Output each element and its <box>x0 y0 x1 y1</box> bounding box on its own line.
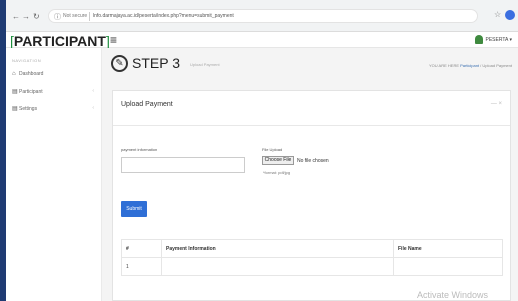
address-bar[interactable]: ⓘ Not secure lnfo.darmajaya.ac.id/pesert… <box>48 9 478 23</box>
document-icon: ▤ <box>12 106 18 112</box>
document-icon: ▤ <box>12 89 18 95</box>
app-header: [PARTICIPANT] ≡ PESERTA ▾ <box>6 32 518 49</box>
sidebar-item-label: Dashboard <box>19 71 44 77</box>
table-cell: 1 <box>121 257 162 276</box>
panel-tools[interactable]: — × <box>491 101 502 107</box>
back-icon[interactable]: ← <box>12 12 20 21</box>
user-name: PESERTA <box>485 36 509 43</box>
bookmark-star-icon[interactable]: ☆ <box>494 10 501 19</box>
reload-icon[interactable]: ↻ <box>33 12 40 21</box>
home-icon: ⌂ <box>12 71 16 77</box>
sidebar: NAVIGATION ⌂ Dashboard ▤Participant ‹ ▤Se… <box>6 48 102 301</box>
logo-text: PARTICIPANT <box>13 33 106 49</box>
chevron-left-icon: ‹ <box>92 105 94 111</box>
payment-table: # Payment Information File Name 1 <box>121 239 503 276</box>
page-title: STEP 3 <box>132 55 180 71</box>
breadcrumb-current: Upload Payment <box>482 63 512 68</box>
url-text[interactable]: lnfo.darmajaya.ac.id/peserta/index.php?m… <box>93 13 234 19</box>
page-subtitle: Upload Payment <box>190 62 220 67</box>
sidebar-item-dashboard[interactable]: ⌂ Dashboard <box>12 71 96 77</box>
panel-title: Upload Payment <box>121 101 173 108</box>
sidebar-nav-label: NAVIGATION <box>12 58 42 63</box>
file-upload-label: File Upload <box>262 147 283 152</box>
table-cell <box>393 257 503 276</box>
app-logo[interactable]: [PARTICIPANT] <box>10 33 110 49</box>
choose-file-button[interactable]: Choose File <box>262 156 294 165</box>
table-cell <box>161 257 394 276</box>
submit-button[interactable]: Submit <box>121 201 147 217</box>
breadcrumb: YOU ARE HERE Participant / Upload Paymen… <box>429 63 512 68</box>
sidebar-item-participant[interactable]: ▤Participant ‹ <box>12 88 96 95</box>
security-label: Not secure <box>63 13 88 19</box>
sidebar-item-settings[interactable]: ▤Settings ‹ <box>12 105 96 112</box>
user-avatar-icon <box>475 35 484 44</box>
forward-icon[interactable]: → <box>22 12 30 21</box>
chevron-down-icon: ▾ <box>509 36 512 43</box>
panel-divider <box>113 125 510 126</box>
table-header: Payment Information <box>161 239 394 258</box>
sidebar-item-label: Settings <box>19 106 38 112</box>
table-row: 1 <box>121 257 503 276</box>
edit-icon: ✎ <box>111 55 128 72</box>
browser-toolbar: ← → ↻ ⓘ Not secure lnfo.darmajaya.ac.id/… <box>6 0 518 32</box>
extension-icon[interactable] <box>505 10 515 20</box>
breadcrumb-prefix: YOU ARE HERE <box>429 63 460 68</box>
chevron-left-icon: ‹ <box>92 88 94 94</box>
upload-payment-panel: Upload Payment — × payment information F… <box>112 90 511 301</box>
payment-info-input[interactable] <box>121 157 245 173</box>
sidebar-item-label: Participant <box>19 89 43 95</box>
page-header: ✎ STEP 3 Upload Payment YOU ARE HERE Par… <box>102 48 518 86</box>
table-header-row: # Payment Information File Name <box>121 239 503 258</box>
payment-info-label: payment information <box>121 147 158 152</box>
info-icon[interactable]: ⓘ <box>54 12 61 22</box>
main-content: ✎ STEP 3 Upload Payment YOU ARE HERE Par… <box>102 48 518 301</box>
activate-windows-watermark: Activate Windows <box>417 290 489 300</box>
table-header: File Name <box>393 239 503 258</box>
user-menu[interactable]: PESERTA ▾ <box>475 35 512 44</box>
file-status: No file chosen <box>297 158 329 164</box>
breadcrumb-participant[interactable]: Participant <box>460 63 479 68</box>
format-hint: *format: pdf/jpg <box>263 170 291 175</box>
address-separator <box>89 12 90 21</box>
menu-toggle-icon[interactable]: ≡ <box>110 33 117 47</box>
table-header: # <box>121 239 162 258</box>
